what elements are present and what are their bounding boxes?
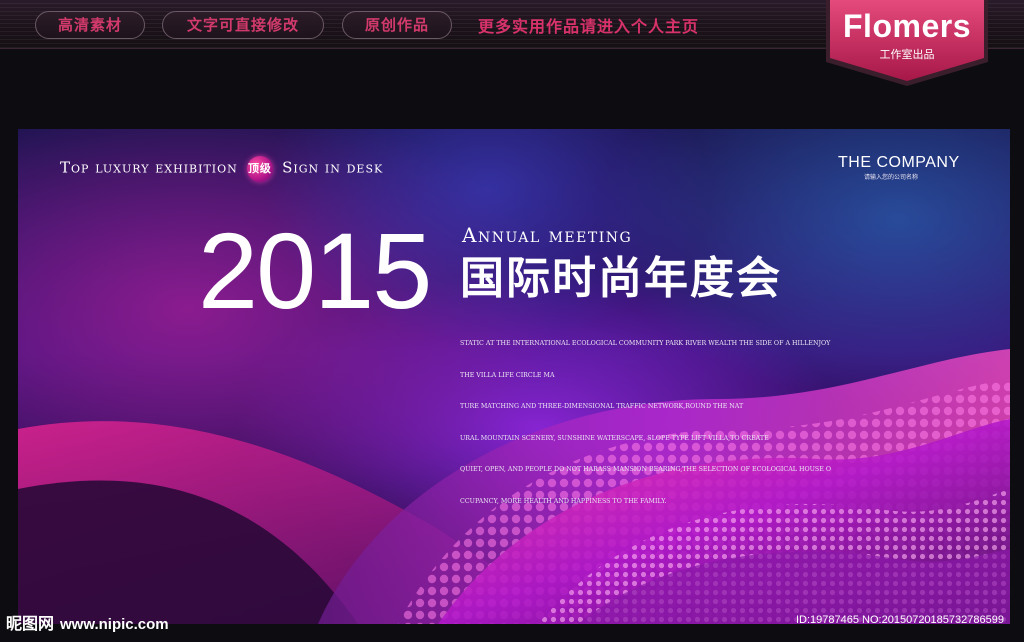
tagline-right: Sign in desk <box>282 158 384 177</box>
top-grade-badge: 顶级 <box>246 156 273 182</box>
brand-name: Flomers <box>843 8 971 44</box>
body-line: THE VILLA LIFE CIRCLE MA <box>460 371 555 379</box>
brand-subtitle: 工作室出品 <box>879 48 935 61</box>
body-line: CCUPANCY, MORE HEALTH AND HAPPINESS TO T… <box>460 497 667 505</box>
year-heading: 2015 <box>198 210 432 331</box>
company-subtitle: 请输入您的公司名称 <box>864 174 919 181</box>
annual-meeting-label: Annual meeting <box>462 223 633 247</box>
company-name: THE COMPANY <box>838 154 960 171</box>
tagline: Top luxury exhibition 顶级 Sign in desk <box>60 156 383 182</box>
tab-editable-text[interactable]: 文字可直接修改 <box>162 11 324 39</box>
body-text: STATIC AT THE INTERNATIONAL ECOLOGICAL C… <box>460 318 850 528</box>
tab-hd-material[interactable]: 高清素材 <box>35 11 145 39</box>
body-line: URAL MOUNTAIN SCENERY, SUNSHINE WATERSCA… <box>460 434 769 442</box>
watermark-id: ID:19787465 NO:20150720185732786599 <box>796 614 1004 626</box>
brand-badge: Flomers 工作室出品 <box>826 0 988 86</box>
tagline-left: Top luxury exhibition <box>60 158 238 177</box>
homepage-link[interactable]: 更多实用作品请进入个人主页 <box>478 13 699 37</box>
tab-original-work[interactable]: 原创作品 <box>342 11 452 39</box>
body-line: TURE MATCHING AND THREE-DIMENSIONAL TRAF… <box>460 403 744 410</box>
watermark-site: 昵图网 www.nipic.com <box>6 610 169 634</box>
banner: Top luxury exhibition 顶级 Sign in desk TH… <box>18 129 1010 624</box>
body-line: QUIET, OPEN, AND PEOPLE DO NOT HARASS MA… <box>460 466 831 473</box>
event-title: 国际时尚年度会 <box>460 253 782 304</box>
body-line: STATIC AT THE INTERNATIONAL ECOLOGICAL C… <box>460 340 831 347</box>
watermark-site-name: 昵图网 <box>6 614 55 633</box>
watermark-url: www.nipic.com <box>60 616 169 633</box>
